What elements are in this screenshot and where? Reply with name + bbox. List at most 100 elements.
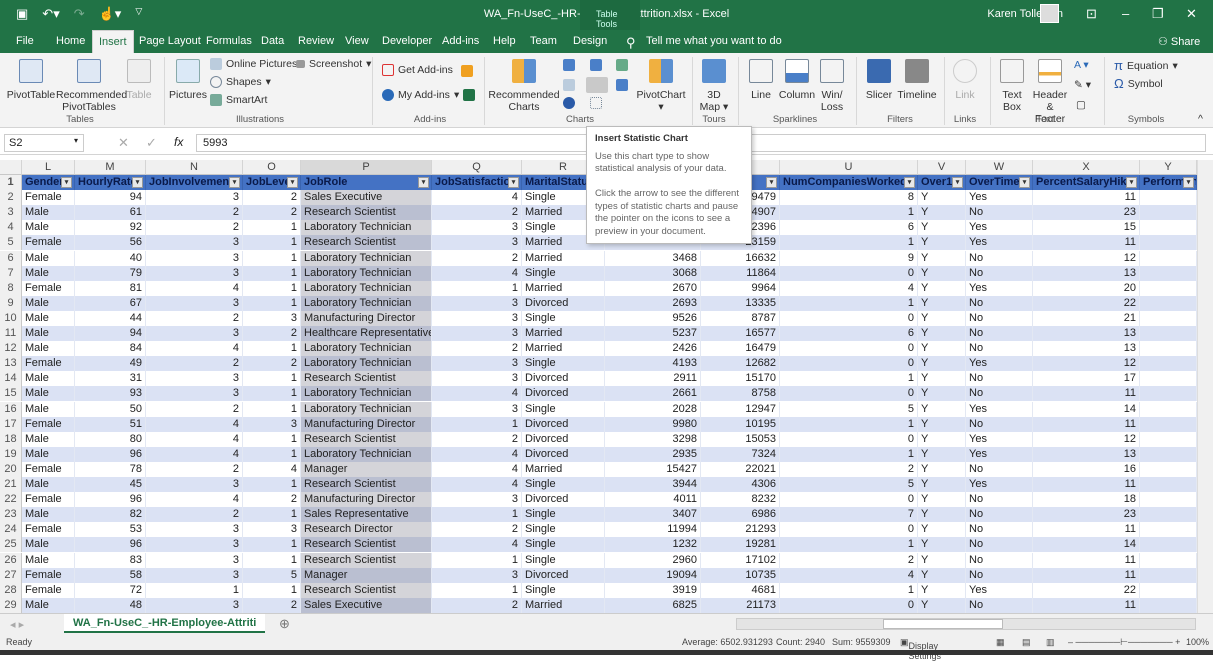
cell[interactable]: Male bbox=[22, 537, 75, 553]
tab-data[interactable]: Data bbox=[261, 35, 284, 47]
column-title[interactable]: OverTime ▾ bbox=[966, 175, 1033, 191]
cell[interactable]: No bbox=[966, 326, 1033, 342]
cell[interactable]: 1 bbox=[243, 537, 301, 553]
filter-dropdown-icon[interactable]: ▾ bbox=[766, 177, 777, 188]
column-title[interactable]: PercentSalaryHike ▾ bbox=[1033, 175, 1140, 191]
cell[interactable]: 7 bbox=[780, 507, 918, 523]
cell[interactable]: 2960 bbox=[605, 552, 701, 568]
cell[interactable]: 14 bbox=[1033, 537, 1140, 553]
cell[interactable]: Laboratory Technician bbox=[301, 220, 432, 236]
cell[interactable]: 15427 bbox=[605, 461, 701, 477]
tab-view[interactable]: View bbox=[345, 35, 369, 47]
collapse-ribbon-icon[interactable]: ^ bbox=[1198, 113, 1203, 125]
cell[interactable]: 1 bbox=[780, 416, 918, 432]
cell[interactable]: Female bbox=[22, 356, 75, 372]
cell[interactable]: 15053 bbox=[701, 431, 780, 447]
scrollbar-thumb[interactable] bbox=[883, 619, 1003, 629]
cell[interactable]: 8758 bbox=[701, 386, 780, 402]
cell[interactable]: Male bbox=[22, 431, 75, 447]
cell[interactable]: Laboratory Technician bbox=[301, 341, 432, 357]
cell[interactable]: No bbox=[966, 552, 1033, 568]
cell[interactable]: 11 bbox=[1033, 552, 1140, 568]
row-header[interactable]: 22 bbox=[0, 492, 22, 508]
cell[interactable]: 3 bbox=[432, 326, 522, 342]
cell[interactable]: 13 bbox=[1033, 265, 1140, 281]
cell[interactable]: 3 bbox=[146, 250, 243, 266]
row-header[interactable]: 1 bbox=[0, 175, 22, 191]
cell[interactable]: Laboratory Technician bbox=[301, 386, 432, 402]
cell[interactable]: 4 bbox=[146, 446, 243, 462]
cell[interactable]: 3 bbox=[432, 356, 522, 372]
cell[interactable]: 6 bbox=[780, 220, 918, 236]
cell[interactable] bbox=[1140, 280, 1197, 296]
cell[interactable]: 11 bbox=[1033, 567, 1140, 583]
cell[interactable]: Male bbox=[22, 295, 75, 311]
column-header-Y[interactable]: Y bbox=[1140, 160, 1197, 175]
cell[interactable]: 1 bbox=[432, 416, 522, 432]
close-icon[interactable]: ✕ bbox=[1186, 6, 1197, 22]
cell[interactable]: 1 bbox=[243, 295, 301, 311]
cell[interactable]: 92 bbox=[75, 220, 146, 236]
cell[interactable]: Divorced bbox=[522, 416, 605, 432]
cell[interactable]: 1 bbox=[243, 220, 301, 236]
cell[interactable]: 12682 bbox=[701, 356, 780, 372]
cell[interactable]: 49 bbox=[75, 356, 146, 372]
share-button[interactable]: ⚇ Share bbox=[1158, 35, 1200, 48]
smartart-button[interactable]: SmartArt bbox=[210, 94, 267, 106]
cell[interactable]: 1 bbox=[432, 507, 522, 523]
cell[interactable]: 4 bbox=[146, 341, 243, 357]
cell[interactable]: 1 bbox=[243, 371, 301, 387]
cell[interactable]: 19281 bbox=[701, 537, 780, 553]
cell[interactable]: 2 bbox=[243, 190, 301, 206]
cell[interactable]: 3 bbox=[243, 522, 301, 538]
cell[interactable]: 3 bbox=[146, 597, 243, 613]
cell[interactable] bbox=[1140, 522, 1197, 538]
row-header[interactable]: 11 bbox=[0, 326, 22, 342]
cell[interactable]: 1 bbox=[243, 477, 301, 493]
symbol-button[interactable]: Ω Symbol bbox=[1114, 76, 1163, 91]
cell[interactable] bbox=[1140, 552, 1197, 568]
sparkline-line-button[interactable]: Line bbox=[746, 59, 776, 101]
page-layout-view-icon[interactable]: ▤ bbox=[1022, 637, 1031, 648]
cell[interactable]: Y bbox=[918, 220, 966, 236]
cell[interactable]: 1 bbox=[780, 537, 918, 553]
filter-dropdown-icon[interactable]: ▾ bbox=[61, 177, 72, 188]
cell[interactable]: 3 bbox=[432, 295, 522, 311]
cell[interactable]: Laboratory Technician bbox=[301, 250, 432, 266]
cell[interactable]: No bbox=[966, 341, 1033, 357]
cell[interactable]: 16 bbox=[1033, 461, 1140, 477]
cell[interactable]: Single bbox=[522, 401, 605, 417]
cell[interactable]: 4 bbox=[146, 492, 243, 508]
screenshot-button[interactable]: Screenshot ▾ bbox=[296, 58, 371, 70]
cell[interactable]: Male bbox=[22, 310, 75, 326]
column-header-W[interactable]: W bbox=[966, 160, 1033, 175]
cell[interactable]: Divorced bbox=[522, 295, 605, 311]
cell[interactable]: 21 bbox=[1033, 310, 1140, 326]
cell[interactable]: 1232 bbox=[605, 537, 701, 553]
cell[interactable]: 45 bbox=[75, 477, 146, 493]
cell[interactable]: 0 bbox=[780, 492, 918, 508]
column-title[interactable]: JobInvolvement ▾ bbox=[146, 175, 243, 191]
cell[interactable]: 9980 bbox=[605, 416, 701, 432]
column-title[interactable]: NumCompaniesWorked ▾ bbox=[780, 175, 918, 191]
cell[interactable]: Male bbox=[22, 477, 75, 493]
cell[interactable]: 3298 bbox=[605, 431, 701, 447]
name-box[interactable]: S2 bbox=[4, 134, 84, 152]
cell[interactable]: No bbox=[966, 507, 1033, 523]
minimize-icon[interactable]: – bbox=[1122, 6, 1129, 21]
cell[interactable]: Y bbox=[918, 582, 966, 598]
cell[interactable]: 5 bbox=[243, 567, 301, 583]
cell[interactable]: Divorced bbox=[522, 567, 605, 583]
cell[interactable]: Married bbox=[522, 461, 605, 477]
cell[interactable]: Y bbox=[918, 431, 966, 447]
cell[interactable]: Y bbox=[918, 552, 966, 568]
pivottable-button[interactable]: PivotTable bbox=[6, 59, 56, 101]
cell[interactable]: 11 bbox=[1033, 235, 1140, 251]
row-header[interactable]: 3 bbox=[0, 205, 22, 221]
cell[interactable]: Male bbox=[22, 386, 75, 402]
row-header[interactable]: 24 bbox=[0, 522, 22, 538]
page-break-view-icon[interactable]: ▥ bbox=[1046, 637, 1055, 648]
cell[interactable]: Male bbox=[22, 552, 75, 568]
cell[interactable]: 22021 bbox=[701, 461, 780, 477]
slicer-button[interactable]: Slicer bbox=[862, 59, 896, 101]
